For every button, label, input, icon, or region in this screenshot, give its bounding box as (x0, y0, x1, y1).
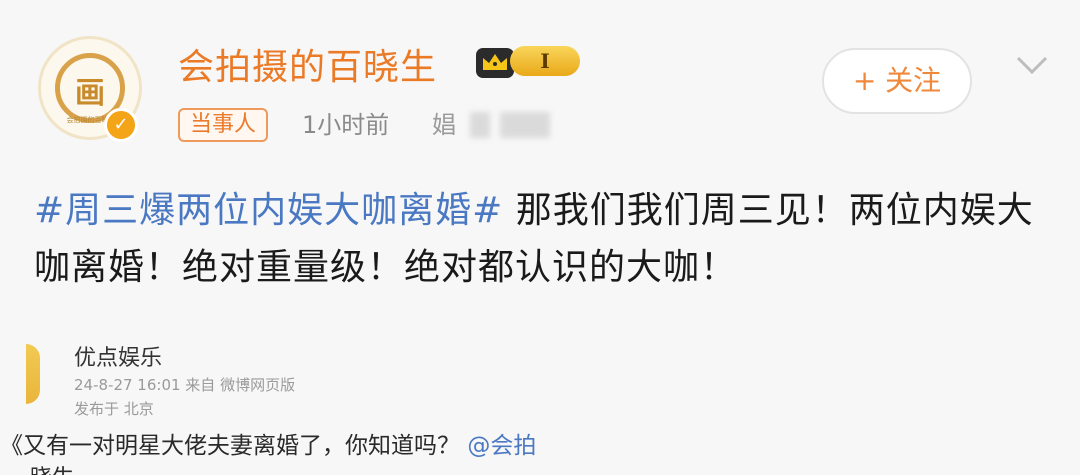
verified-icon: ✓ (104, 108, 138, 142)
chevron-down-icon[interactable] (1012, 50, 1052, 78)
embedded-text: 《又有一对明星大佬夫妻离婚了，你知道吗？ @会拍 (0, 426, 536, 460)
level-badge: I (510, 46, 580, 76)
embedded-mention: @会拍 (467, 433, 537, 459)
weibo-post: 画 会拍摄的百晓生 ✓ 会拍摄的百晓生 I 当事人 1小时前 娼 + 关注 #周… (0, 0, 1080, 475)
embedded-avatar (26, 344, 40, 404)
embedded-location: 发布于 北京 (74, 400, 154, 418)
embedded-text-body: 《又有一对明星大佬夫妻离婚了，你知道吗？ (0, 433, 460, 459)
embedded-text-cut: 晓生 (30, 460, 74, 475)
post-time: 1小时前 (302, 111, 390, 139)
post-source: 娼 (432, 111, 456, 139)
avatar-glyph: 画 (75, 76, 105, 111)
embedded-author-name: 优点娱乐 (74, 346, 163, 371)
blurred-source (470, 112, 490, 138)
hashtag-link[interactable]: #周三爆两位内娱大咖离婚# (34, 190, 503, 231)
post-content: #周三爆两位内娱大咖离婚# 那我们我们周三见！两位内娱大咖离婚！绝对重量级！绝对… (34, 182, 1044, 296)
embedded-screenshot: 优点娱乐 24-8-27 16:01 来自 微博网页版 发布于 北京 《又有一对… (0, 330, 1080, 475)
role-tag: 当事人 (178, 108, 269, 142)
author-name[interactable]: 会拍摄的百晓生 (178, 38, 437, 90)
embedded-meta: 24-8-27 16:01 来自 微博网页版 (74, 376, 296, 394)
follow-button[interactable]: + 关注 (822, 48, 972, 114)
blurred-source (500, 112, 550, 138)
